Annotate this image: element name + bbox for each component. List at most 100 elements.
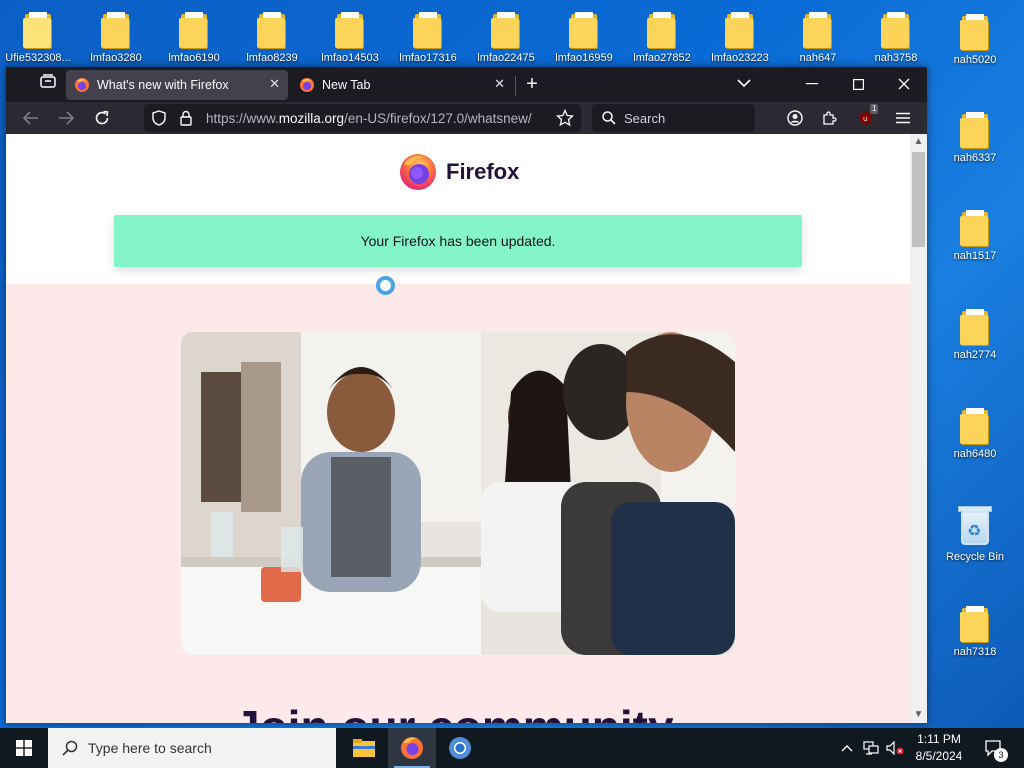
menu-hamburger-icon[interactable] — [890, 106, 916, 130]
desktop-folder[interactable]: lmfao27852 — [626, 10, 698, 64]
folder-icon — [335, 10, 365, 48]
lock-icon[interactable] — [180, 110, 192, 131]
folder-icon — [803, 10, 833, 48]
desktop-folder[interactable]: nah5020 — [939, 12, 1011, 66]
account-icon[interactable] — [782, 106, 808, 130]
desktop-folder[interactable]: lmfao3280 — [80, 10, 152, 64]
desktop-icon-label: nah6337 — [953, 152, 997, 164]
taskbar-file-explorer[interactable] — [340, 728, 388, 768]
taskbar-search-placeholder: Type here to search — [88, 740, 212, 756]
tab-whats-new[interactable]: What's new with Firefox ✕ — [66, 70, 288, 100]
list-all-tabs-icon[interactable] — [731, 69, 757, 99]
desktop-folder[interactable]: lmfao16959 — [548, 10, 620, 64]
folder-icon — [413, 10, 443, 48]
url-path: /en-US/firefox/127.0/whatsnew/ — [344, 110, 532, 126]
desktop-folder[interactable]: lmfao23223 — [704, 10, 776, 64]
desktop-folder[interactable]: nah1517 — [939, 208, 1011, 262]
desktop-folder[interactable]: nah3758 — [860, 10, 932, 64]
close-tab-icon[interactable]: ✕ — [269, 76, 280, 92]
desktop-icon-label: lmfao22475 — [477, 52, 535, 64]
scrollbar-thumb[interactable] — [912, 152, 925, 247]
clock-time: 1:11 PM — [917, 732, 961, 746]
close-tab-icon[interactable]: ✕ — [494, 76, 505, 92]
taskbar-search-box[interactable]: Type here to search — [48, 728, 336, 768]
desktop-folder[interactable]: nah2774 — [939, 307, 1011, 361]
desktop-icon-0[interactable]: Ufie532308... — [2, 10, 74, 64]
tab-title: What's new with Firefox — [97, 78, 229, 92]
folder-icon — [960, 110, 990, 148]
folder-icon — [179, 10, 209, 48]
notification-count-badge: 3 — [994, 748, 1008, 762]
clock-date: 8/5/2024 — [915, 749, 963, 763]
file-explorer-icon — [353, 739, 375, 757]
folder-icon — [491, 10, 521, 48]
desktop-icon-label: nah5020 — [953, 54, 997, 66]
firefox-logo-icon — [400, 154, 436, 190]
desktop-folder[interactable]: nah6480 — [939, 406, 1011, 460]
volume-muted-icon[interactable] — [884, 728, 906, 768]
page-content: Firefox Your Firefox has been updated. — [6, 134, 910, 723]
scroll-down-arrow-icon[interactable]: ▼ — [910, 707, 927, 723]
network-icon[interactable] — [860, 728, 882, 768]
page-scrollbar[interactable]: ▲ ▼ — [910, 134, 927, 723]
tab-separator — [515, 76, 516, 96]
firefox-logo-icon — [75, 78, 89, 92]
extension-badge: 1 — [870, 104, 879, 114]
community-headline: Join our community — [234, 700, 674, 723]
folder-icon — [960, 406, 990, 444]
chromium-icon — [449, 737, 471, 759]
desktop-icon-label: Ufie532308... — [5, 52, 71, 64]
folder-icon — [101, 10, 131, 48]
desktop-icon-label: Recycle Bin — [945, 551, 1005, 563]
tracking-protection-shield-icon[interactable] — [152, 110, 166, 131]
reload-button[interactable] — [89, 106, 115, 130]
firefox-brand[interactable]: Firefox — [398, 152, 519, 192]
desktop-folder[interactable]: nah647 — [782, 10, 854, 64]
desktop-icon-label: lmfao17316 — [399, 52, 457, 64]
tab-new-tab[interactable]: New Tab ✕ — [291, 70, 513, 100]
system-clock[interactable]: 1:11 PM 8/5/2024 — [908, 731, 970, 765]
search-placeholder: Search — [624, 110, 666, 126]
search-bar[interactable]: Search — [592, 104, 755, 132]
start-button[interactable] — [0, 728, 48, 768]
scroll-up-arrow-icon[interactable]: ▲ — [910, 134, 927, 150]
url-text: https://www.mozilla.org/en-US/firefox/12… — [206, 111, 532, 126]
desktop-folder[interactable]: lmfao22475 — [470, 10, 542, 64]
url-bar[interactable]: https://www.mozilla.org/en-US/firefox/12… — [144, 104, 581, 132]
svg-text:u: u — [863, 115, 867, 123]
folder-icon — [647, 10, 677, 48]
desktop-icon-label: lmfao6190 — [168, 52, 220, 64]
browser-window: What's new with Firefox ✕ New Tab ✕ + ht… — [6, 67, 927, 723]
taskbar-chromium[interactable] — [436, 728, 484, 768]
minimize-button[interactable] — [789, 67, 835, 101]
recycle-bin[interactable]: ♻ Recycle Bin — [939, 503, 1011, 563]
desktop-folder[interactable]: lmfao8239 — [236, 10, 308, 64]
desktop-folder[interactable]: nah6337 — [939, 110, 1011, 164]
action-center-icon[interactable]: 3 — [978, 728, 1010, 768]
desktop-icon-label: lmfao23223 — [711, 52, 769, 64]
desktop-folder[interactable]: lmfao14503 — [314, 10, 386, 64]
search-icon — [62, 740, 78, 756]
bookmark-star-icon[interactable] — [552, 106, 578, 130]
folder-icon — [960, 604, 990, 642]
maximize-button[interactable] — [835, 67, 881, 101]
forward-button[interactable] — [53, 106, 79, 130]
new-tab-button[interactable]: + — [519, 69, 545, 99]
close-window-button[interactable] — [881, 67, 927, 101]
desktop-icon-label: nah1517 — [953, 250, 997, 262]
desktop-folder[interactable]: lmfao17316 — [392, 10, 464, 64]
desktop-folder[interactable]: nah7318 — [939, 604, 1011, 658]
desktop-folder[interactable]: lmfao6190 — [158, 10, 230, 64]
desktop-icon-label: lmfao3280 — [90, 52, 142, 64]
desktop-icon-label: lmfao14503 — [321, 52, 379, 64]
firefox-view-icon[interactable] — [36, 69, 60, 99]
url-prefix: https://www. — [206, 110, 279, 126]
extensions-puzzle-icon[interactable] — [817, 106, 843, 130]
tab-bar: What's new with Firefox ✕ New Tab ✕ + — [6, 67, 927, 102]
desktop-icon-label: nah2774 — [953, 349, 997, 361]
ublock-origin-icon[interactable]: u 1 — [854, 104, 880, 130]
taskbar-firefox[interactable] — [388, 728, 436, 768]
back-button[interactable] — [18, 106, 44, 130]
desktop-icon-label: lmfao8239 — [246, 52, 298, 64]
show-hidden-icons-chevron-icon[interactable] — [836, 728, 858, 768]
